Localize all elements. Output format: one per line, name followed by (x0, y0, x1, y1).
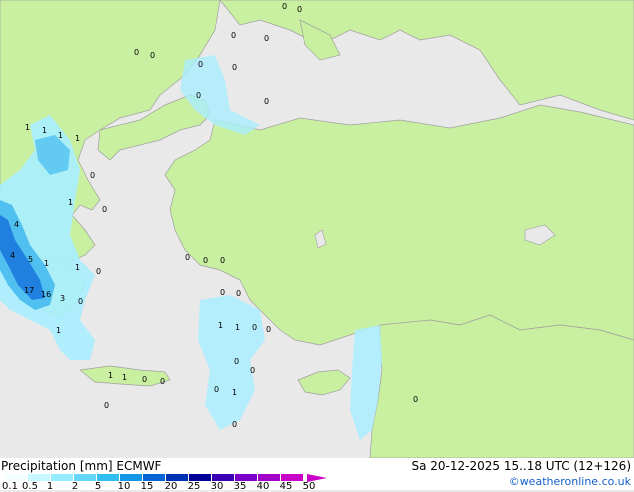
color-scale-tick: 10 (117, 481, 131, 492)
precip-value-label: 16 (41, 290, 51, 299)
precip-value-label: 1 (44, 259, 49, 268)
precip-value-label: 0 (220, 256, 225, 265)
color-scale-cell (166, 474, 189, 481)
color-scale-tick: 1 (46, 481, 54, 492)
color-scale-tick: 2 (71, 481, 79, 492)
color-scale-tick: 20 (164, 481, 178, 492)
color-scale-cell (143, 474, 166, 481)
precip-value-label: 0 (142, 375, 147, 384)
precip-value-label: 0 (252, 323, 257, 332)
precip-value-label: 0 (214, 385, 219, 394)
precip-value-label: 0 (282, 2, 287, 11)
precip-value-label: 1 (75, 263, 80, 272)
precip-value-label: 0 (264, 34, 269, 43)
color-scale-cell (97, 474, 120, 481)
precip-value-label: 0 (185, 253, 190, 262)
precip-value-label: 1 (232, 388, 237, 397)
precip-value-label: 3 (60, 294, 65, 303)
land-levant (369, 314, 634, 458)
precip-value-label: 0 (102, 205, 107, 214)
color-scale-tick: 35 (233, 481, 247, 492)
precip-value-label: 0 (264, 97, 269, 106)
precip-value-label: 1 (235, 323, 240, 332)
legend-footer: Precipitation [mm] ECMWF Sa 20-12-2025 1… (0, 458, 634, 492)
precip-value-label: 0 (150, 51, 155, 60)
credit-link[interactable]: ©weatheronline.co.uk (509, 475, 631, 489)
precip-value-label: 0 (250, 366, 255, 375)
color-scale-cell (212, 474, 235, 481)
color-scale-bar (5, 474, 304, 481)
color-scale-tick: 0.5 (22, 481, 38, 492)
color-scale-tick: 0.1 (2, 481, 18, 492)
precip-value-label: 1 (108, 371, 113, 380)
precip-value-label: 0 (231, 31, 236, 40)
precip-value-label: 1 (75, 134, 80, 143)
precip-value-label: 1 (122, 373, 127, 382)
precip-value-label: 0 (220, 288, 225, 297)
precip-value-label: 0 (96, 267, 101, 276)
precip-value-label: 0 (104, 401, 109, 410)
precip-value-label: 0 (90, 171, 95, 180)
precip-value-label: 0 (234, 357, 239, 366)
color-scale-cell (189, 474, 212, 481)
precip-value-label: 1 (56, 326, 61, 335)
color-scale-tick: 25 (187, 481, 201, 492)
precip-value-label: 4 (10, 251, 15, 260)
color-scale-tick: 30 (210, 481, 224, 492)
map-title: Precipitation [mm] ECMWF (1, 459, 162, 473)
color-scale-cell (51, 474, 74, 481)
precip-value-label: 0 (198, 60, 203, 69)
precip-value-label: 1 (58, 131, 63, 140)
color-scale-cell (5, 474, 28, 481)
precip-value-label: 0 (236, 289, 241, 298)
precip-value-label: 0 (134, 48, 139, 57)
precip-value-label: 1 (218, 321, 223, 330)
valid-time: Sa 20-12-2025 15..18 UTC (12+126) (411, 459, 631, 473)
precip-value-label: 17 (24, 286, 34, 295)
precip-value-label: 0 (232, 420, 237, 429)
color-scale-tick: 40 (256, 481, 270, 492)
color-scale-tick: 50 (302, 481, 316, 492)
precip-value-label: 4 (14, 220, 19, 229)
precip-value-label: 1 (42, 126, 47, 135)
precip-value-label: 1 (25, 123, 30, 132)
precip-value-label: 0 (78, 297, 83, 306)
precip-value-label: 0 (297, 5, 302, 14)
color-scale-cell (120, 474, 143, 481)
color-scale-cell (281, 474, 304, 481)
precipitation-map: 1 11144 5 117 16 3111 111 1100000 000 0 00 00 000000… (0, 0, 634, 458)
precip-value-label: 0 (160, 377, 165, 386)
precip-value-label: 5 (28, 255, 33, 264)
precip-value-label: 1 (68, 198, 73, 207)
color-scale-cell (258, 474, 281, 481)
precip-value-label: 0 (266, 325, 271, 334)
precip-value-label: 0 (203, 256, 208, 265)
precip-value-label: 0 (196, 91, 201, 100)
color-scale-tick: 5 (94, 481, 102, 492)
color-scale-cell (235, 474, 258, 481)
precip-value-label: 0 (232, 63, 237, 72)
precip-value-label: 0 (413, 395, 418, 404)
color-scale-cell (74, 474, 97, 481)
color-scale-tick: 15 (140, 481, 154, 492)
color-scale-cell (28, 474, 51, 481)
color-scale-tick: 45 (279, 481, 293, 492)
